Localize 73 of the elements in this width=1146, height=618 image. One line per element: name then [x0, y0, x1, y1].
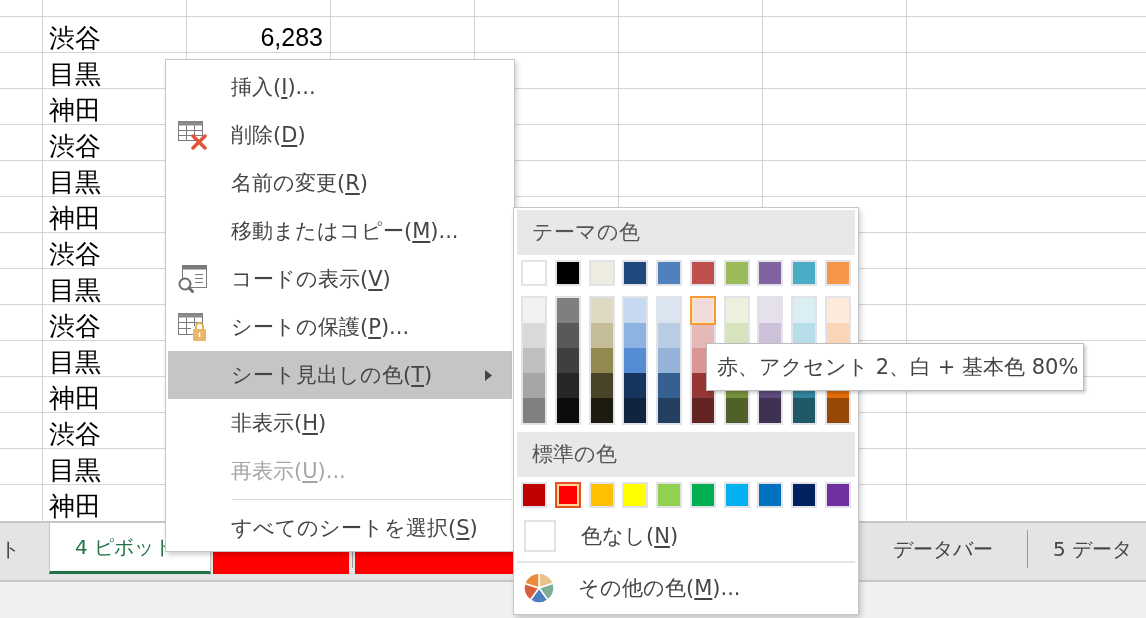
color-swatch[interactable] [826, 298, 849, 323]
color-swatch[interactable] [658, 398, 681, 423]
menu-item[interactable]: 削除(D) [168, 111, 512, 159]
menu-item[interactable]: シート見出しの色(T) [168, 351, 512, 399]
menu-item[interactable]: シートの保護(P)... [168, 303, 512, 351]
color-swatch[interactable] [523, 348, 545, 373]
menu-item[interactable]: 移動またはコピー(M)... [168, 207, 512, 255]
table-cell: 渋谷 [49, 313, 101, 339]
menu-item[interactable]: 色なし(N) [517, 512, 855, 560]
color-swatch[interactable] [556, 373, 579, 398]
color-swatch[interactable] [658, 323, 681, 348]
color-swatch[interactable] [624, 348, 647, 373]
section-header: 標準の色 [517, 432, 855, 477]
table-cell: 神田 [49, 97, 101, 123]
table-cell: 渋谷 [49, 133, 101, 159]
color-wheel-icon [524, 573, 554, 603]
table-cell: 6,283 [260, 25, 323, 50]
section-header: テーマの色 [517, 210, 855, 255]
color-swatch[interactable] [826, 398, 849, 423]
color-swatch[interactable] [725, 298, 748, 323]
menu-item[interactable]: その他の色(M)... [517, 564, 855, 612]
color-swatch[interactable] [523, 298, 545, 323]
table-cell: 神田 [49, 205, 101, 231]
color-swatch[interactable] [658, 373, 681, 398]
color-swatch[interactable] [689, 296, 716, 325]
color-swatch[interactable] [793, 298, 816, 323]
sheet-magnifier-icon [177, 264, 209, 294]
sheet-tab[interactable]: 5 データ [1030, 523, 1133, 574]
sheet-tab[interactable]: データバー [865, 523, 1024, 574]
color-swatch[interactable] [793, 398, 816, 423]
color-swatch[interactable] [658, 348, 681, 373]
table-cell: 目黒 [49, 457, 101, 483]
color-swatch[interactable] [556, 323, 579, 348]
table-cell: 渋谷 [49, 25, 101, 51]
table-cell: 神田 [49, 493, 101, 519]
color-swatch[interactable] [590, 323, 613, 348]
color-swatch[interactable] [658, 298, 681, 323]
color-swatch[interactable] [725, 398, 748, 423]
color-swatch[interactable] [624, 298, 647, 323]
color-swatch[interactable] [624, 398, 647, 423]
color-swatch[interactable] [556, 298, 579, 323]
table-cell: 渋谷 [49, 241, 101, 267]
color-swatch[interactable] [523, 323, 545, 348]
color-swatch[interactable] [759, 398, 782, 423]
table-cell: 目黒 [49, 61, 101, 87]
grid-padlock-icon [177, 312, 209, 342]
color-swatch[interactable] [556, 398, 579, 423]
table-cell: 目黒 [49, 349, 101, 375]
table-cell: 神田 [49, 385, 101, 411]
menu-item[interactable]: 挿入(I)... [168, 63, 512, 111]
menu-item[interactable]: 非表示(H) [168, 399, 512, 447]
sheet-tab[interactable]: ト [0, 523, 43, 574]
color-swatch[interactable] [691, 398, 714, 423]
color-swatch[interactable] [556, 348, 579, 373]
color-swatch[interactable] [759, 298, 782, 323]
color-swatch[interactable] [624, 373, 647, 398]
color-swatch[interactable] [590, 373, 613, 398]
tooltip: 赤、アクセント 2、白 + 基本色 80% [706, 343, 1084, 391]
color-swatch[interactable] [523, 373, 545, 398]
menu-item[interactable]: コードの表示(V) [168, 255, 512, 303]
color-swatch[interactable] [590, 398, 613, 423]
table-cell: 渋谷 [49, 421, 101, 447]
empty-swatch-icon [524, 520, 556, 552]
table-cell: 目黒 [49, 169, 101, 195]
color-swatch[interactable] [523, 398, 545, 423]
color-swatch[interactable] [590, 348, 613, 373]
grid-cross-icon [177, 120, 209, 150]
color-swatch[interactable] [624, 323, 647, 348]
color-swatch[interactable] [590, 298, 613, 323]
triangle-right-icon [485, 369, 492, 381]
menu-item[interactable]: 名前の変更(R) [168, 159, 512, 207]
color-swatch[interactable] [554, 482, 581, 508]
table-cell: 目黒 [49, 277, 101, 303]
